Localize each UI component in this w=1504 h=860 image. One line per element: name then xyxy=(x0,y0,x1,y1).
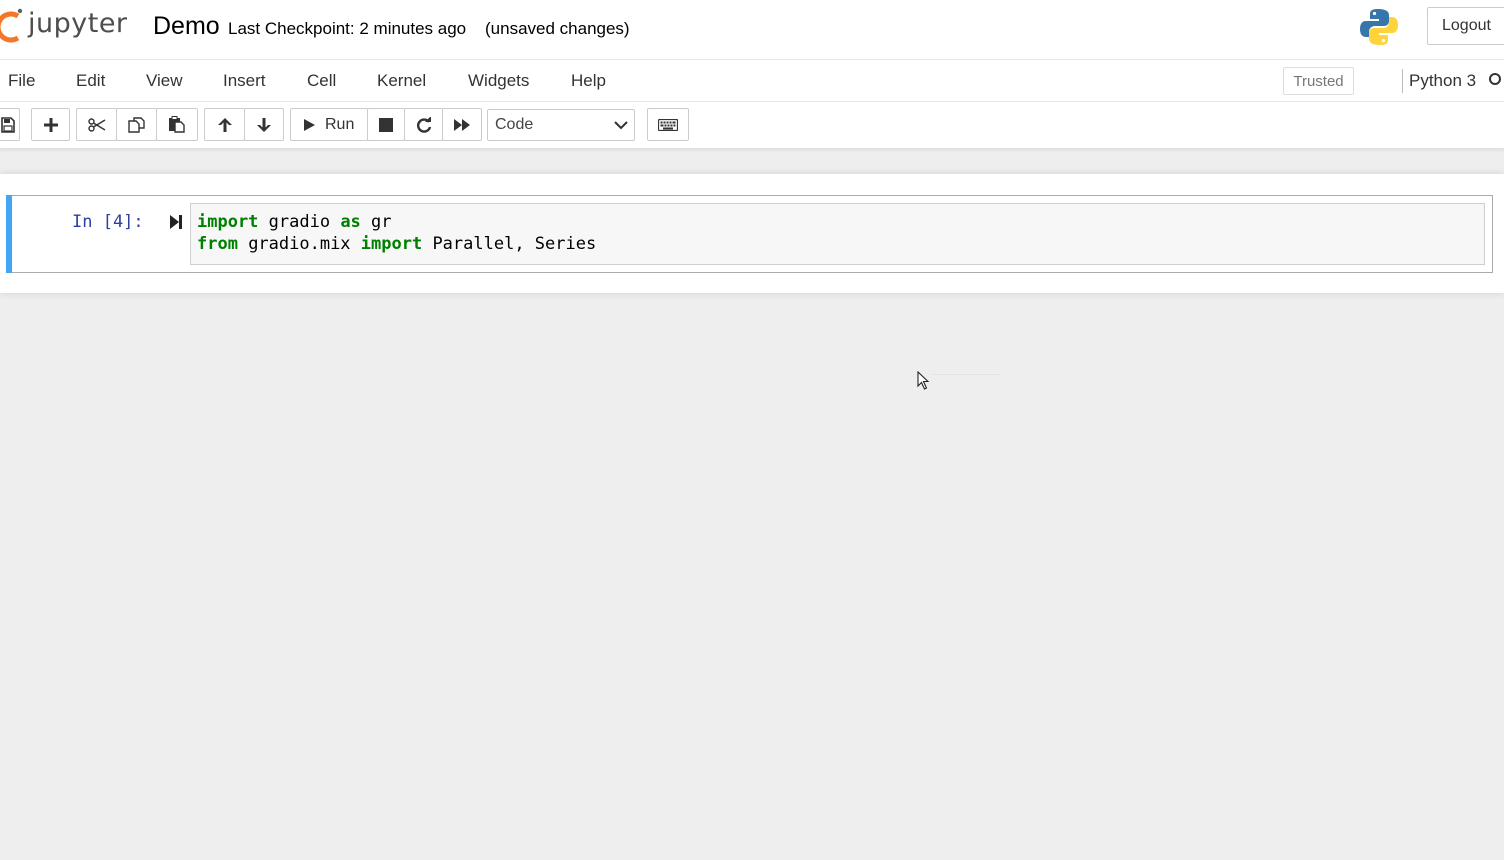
code-text: gradio xyxy=(258,212,341,232)
kernel-name[interactable]: Python 3 xyxy=(1409,71,1476,91)
copy-icon xyxy=(127,116,145,133)
code-line: import gradio as gr xyxy=(197,212,392,232)
code-text: gradio.mix xyxy=(237,234,361,254)
restart-run-all-button[interactable] xyxy=(442,108,482,141)
menubar: File Edit View Insert Cell Kernel Widget… xyxy=(0,60,1504,102)
fast-forward-icon xyxy=(454,118,470,131)
menu-help[interactable]: Help xyxy=(571,71,606,91)
arrow-down-icon xyxy=(257,117,271,132)
play-icon xyxy=(304,118,315,131)
copy-button[interactable] xyxy=(116,108,157,141)
restart-icon xyxy=(416,116,431,133)
plus-icon xyxy=(43,117,58,132)
trusted-indicator[interactable]: Trusted xyxy=(1283,67,1354,95)
code-keyword: import xyxy=(360,234,423,254)
code-text: gr xyxy=(360,212,392,232)
cut-icon xyxy=(87,117,105,132)
logout-button[interactable]: Logout xyxy=(1427,7,1504,45)
run-button-label: Run xyxy=(325,115,355,133)
code-line: from gradio.mix import Parallel, Series xyxy=(197,234,596,254)
kernel-idle-indicator xyxy=(1489,73,1501,85)
code-text: Parallel, Series xyxy=(422,234,597,254)
stop-icon xyxy=(379,117,393,132)
command-palette-button[interactable] xyxy=(647,108,689,141)
logo-text: jupyter xyxy=(28,8,128,39)
header: jupyter Demo Last Checkpoint: 2 minutes … xyxy=(0,0,1504,60)
cell-type-value: Code xyxy=(495,116,534,133)
arrow-up-icon xyxy=(217,117,232,132)
mouse-cursor-icon xyxy=(917,371,930,390)
keyboard-icon xyxy=(658,118,678,131)
save-button[interactable] xyxy=(0,108,20,141)
run-button[interactable]: Run xyxy=(290,108,368,141)
cut-button[interactable] xyxy=(76,108,117,141)
save-icon xyxy=(1,116,15,133)
menu-file[interactable]: File xyxy=(8,71,35,91)
paste-icon xyxy=(169,116,185,133)
paste-button[interactable] xyxy=(156,108,198,141)
code-keyword: as xyxy=(340,212,361,232)
menu-insert[interactable]: Insert xyxy=(223,71,266,91)
cell-prompt: In [4]: xyxy=(72,212,144,232)
menu-edit[interactable]: Edit xyxy=(76,71,105,91)
python-logo-icon xyxy=(1360,9,1398,45)
code-keyword: from xyxy=(197,234,238,254)
restart-kernel-button[interactable] xyxy=(404,108,443,141)
jupyter-logo-icon xyxy=(0,8,23,43)
code-keyword: import xyxy=(197,212,259,232)
insert-cell-button[interactable] xyxy=(31,108,70,141)
menu-kernel[interactable]: Kernel xyxy=(377,71,426,91)
menu-widgets[interactable]: Widgets xyxy=(468,71,529,91)
cell-type-select[interactable]: Code xyxy=(487,109,635,141)
kernel-separator xyxy=(1402,69,1403,93)
menu-view[interactable]: View xyxy=(146,71,183,91)
menu-cell[interactable]: Cell xyxy=(307,71,336,91)
run-cell-icon[interactable] xyxy=(169,213,183,231)
selected-cell-indicator xyxy=(6,195,12,273)
autosave-status: (unsaved changes) xyxy=(485,19,630,38)
notebook-title[interactable]: Demo xyxy=(153,12,220,41)
jupyter-logo[interactable]: jupyter xyxy=(0,4,137,48)
checkpoint-status: Last Checkpoint: 2 minutes ago xyxy=(228,19,467,38)
chevron-down-icon xyxy=(614,121,628,130)
cursor-trail xyxy=(931,374,1001,375)
move-down-button[interactable] xyxy=(244,108,284,141)
interrupt-kernel-button[interactable] xyxy=(367,108,405,141)
move-up-button[interactable] xyxy=(204,108,245,141)
